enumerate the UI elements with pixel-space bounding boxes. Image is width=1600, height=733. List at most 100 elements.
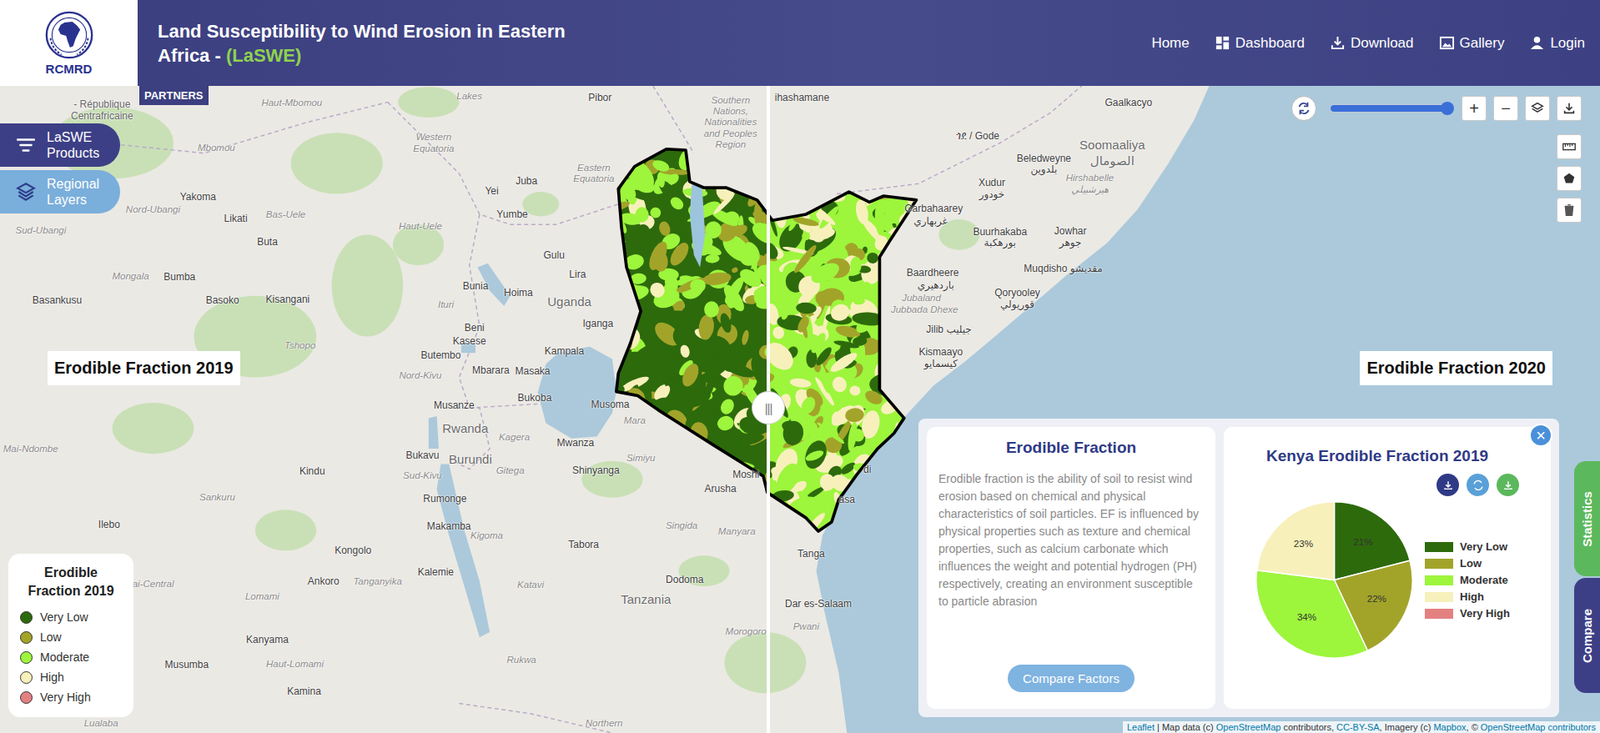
nav-item[interactable]: Login xyxy=(1529,35,1585,52)
map-label: Kalemie xyxy=(417,567,454,579)
map-label: - République xyxy=(73,99,131,111)
map-label: Yei xyxy=(484,186,499,198)
map-label: Rwanda xyxy=(442,421,489,436)
pie-legend-item[interactable]: Low xyxy=(1424,557,1510,570)
map-label: Tanzania xyxy=(620,592,671,607)
download-icon xyxy=(1501,478,1515,493)
map-label: Rukwa xyxy=(506,655,536,667)
attribution-link[interactable]: OpenStreetMap contributors xyxy=(1480,722,1596,733)
rcmrd-logo[interactable]: RCMRD xyxy=(0,0,138,86)
chart-export-button[interactable] xyxy=(1496,473,1520,497)
country-border xyxy=(458,704,612,733)
map-label: ihashamane xyxy=(774,92,830,105)
map-label: Manyara xyxy=(718,527,756,539)
swipe-handle[interactable]: ||| xyxy=(751,391,785,425)
swap-button[interactable] xyxy=(1291,95,1317,121)
map-label: Sud-Ubangi xyxy=(15,225,67,237)
map-label: Centrafricaine xyxy=(70,110,134,123)
map-label: Xudur xyxy=(978,177,1006,190)
map-label: Jilib جيليب xyxy=(925,324,972,337)
map-label: Bas-Uele xyxy=(266,210,306,222)
map-attribution: Leaflet | Map data (c) OpenStreetMap con… xyxy=(1122,721,1600,733)
nav-item[interactable]: Home xyxy=(1151,35,1189,52)
slider-knob[interactable] xyxy=(1440,101,1455,116)
attribution-link[interactable]: Mapbox xyxy=(1433,722,1466,733)
side-tab[interactable]: Statistics xyxy=(1574,461,1600,577)
map-label: Morogoro xyxy=(725,626,767,638)
map-label: Northern xyxy=(585,718,624,730)
pie-chart[interactable]: 21%22%34%23% xyxy=(1253,499,1415,661)
map-label: جوهر xyxy=(1059,238,1082,251)
zoom-out-button[interactable]: − xyxy=(1493,95,1519,121)
map-label: di xyxy=(863,464,871,477)
compare-factors-button[interactable]: Compare Factors xyxy=(1007,664,1135,693)
map-label: Tabora xyxy=(568,539,599,552)
nav-item[interactable]: Gallery xyxy=(1438,35,1505,52)
map-label: Dar es-Salaam xyxy=(784,598,852,611)
app-title: Land Susceptibility to Wind Erosion in E… xyxy=(157,19,575,68)
map-label: Western Equatoria xyxy=(403,131,464,154)
chart-download-button[interactable] xyxy=(1436,473,1460,497)
map-label: Pibor xyxy=(588,92,612,105)
trash-icon xyxy=(1561,202,1577,218)
draw-polygon-button[interactable] xyxy=(1556,166,1582,192)
map-label: Ituri xyxy=(437,299,454,311)
chart-title: Kenya Erodible Fraction 2019 xyxy=(1235,447,1540,466)
partners-tab[interactable]: PARTNERS xyxy=(139,85,209,106)
chart-card: Kenya Erodible Fraction 2019 21%22%34%23%… xyxy=(1223,427,1551,710)
map-label: Beledweyne xyxy=(1016,153,1072,166)
map-label: Mara xyxy=(623,415,646,427)
map-label: Tanga xyxy=(797,548,826,561)
side-button[interactable]: LaSWE Products xyxy=(0,123,121,167)
attribution-text: , © xyxy=(1466,722,1481,733)
map-label: Jubbada Dhexe xyxy=(890,304,959,316)
download-icon xyxy=(1441,478,1455,493)
map-label: Haut-Uele xyxy=(398,221,443,232)
map-label: Baardheere xyxy=(906,267,960,280)
close-panel-button[interactable]: × xyxy=(1529,423,1553,448)
pie-legend-item[interactable]: Moderate xyxy=(1424,573,1510,587)
map-label: Musanze xyxy=(433,400,475,413)
attribution-link[interactable]: OpenStreetMap xyxy=(1216,722,1282,733)
chart-swap-button[interactable] xyxy=(1466,473,1490,497)
map-label: Shinyanga xyxy=(572,465,620,478)
nav-item[interactable]: Download xyxy=(1329,35,1414,52)
legend-label: Very High xyxy=(40,690,91,705)
map-label: Mongala xyxy=(112,271,150,282)
map-label: Bukoba xyxy=(518,392,553,405)
delete-drawing-button[interactable] xyxy=(1556,197,1582,223)
measure-button[interactable] xyxy=(1556,134,1582,160)
opacity-slider[interactable] xyxy=(1329,104,1449,113)
pie-legend-item[interactable]: High xyxy=(1424,590,1510,604)
map-label: Qoryooley xyxy=(994,287,1041,300)
pie-slice[interactable] xyxy=(1257,502,1335,581)
attribution-link[interactable]: CC-BY-SA xyxy=(1336,722,1380,733)
map-label: كيسمايو xyxy=(924,358,958,371)
side-tab[interactable]: Compare xyxy=(1574,578,1600,694)
legend-item: Very High xyxy=(20,687,122,708)
pie-legend-label: High xyxy=(1459,590,1485,604)
protected-area xyxy=(255,509,317,551)
nav-item[interactable]: Dashboard xyxy=(1214,35,1305,52)
laswe-app: RCMRD Land Susceptibility to Wind Erosion… xyxy=(0,0,1600,733)
side-button[interactable]: Regional Layers xyxy=(0,170,121,214)
pie-legend-swatch xyxy=(1424,558,1454,569)
pie-legend-item[interactable]: Very Low xyxy=(1424,540,1510,554)
map-label: قوريولي xyxy=(1000,299,1035,312)
map-label: Masaka xyxy=(515,366,551,378)
map-view[interactable]: - RépubliqueCentrafricaineHaut-MbomouLak… xyxy=(0,85,1600,733)
pie-legend-item[interactable]: Very High xyxy=(1424,607,1510,620)
indian-ocean xyxy=(816,85,1600,733)
pie-legend-swatch xyxy=(1424,575,1454,586)
map-label: Burundi xyxy=(448,452,493,468)
layer-switch-button[interactable] xyxy=(1524,95,1550,121)
pie-slice[interactable] xyxy=(1256,570,1368,659)
side-tab-label: Statistics xyxy=(1579,491,1595,548)
zoom-in-button[interactable]: + xyxy=(1461,95,1487,121)
main-nav: Home Dashboard Download Gallery Login xyxy=(1151,35,1600,52)
map-label: Butembo xyxy=(420,350,461,363)
side-tab-label: Compare xyxy=(1579,608,1595,663)
attribution-link[interactable]: Leaflet xyxy=(1127,722,1155,733)
map-label: Hirshabelle xyxy=(1066,173,1115,185)
map-download-button[interactable] xyxy=(1556,95,1582,121)
